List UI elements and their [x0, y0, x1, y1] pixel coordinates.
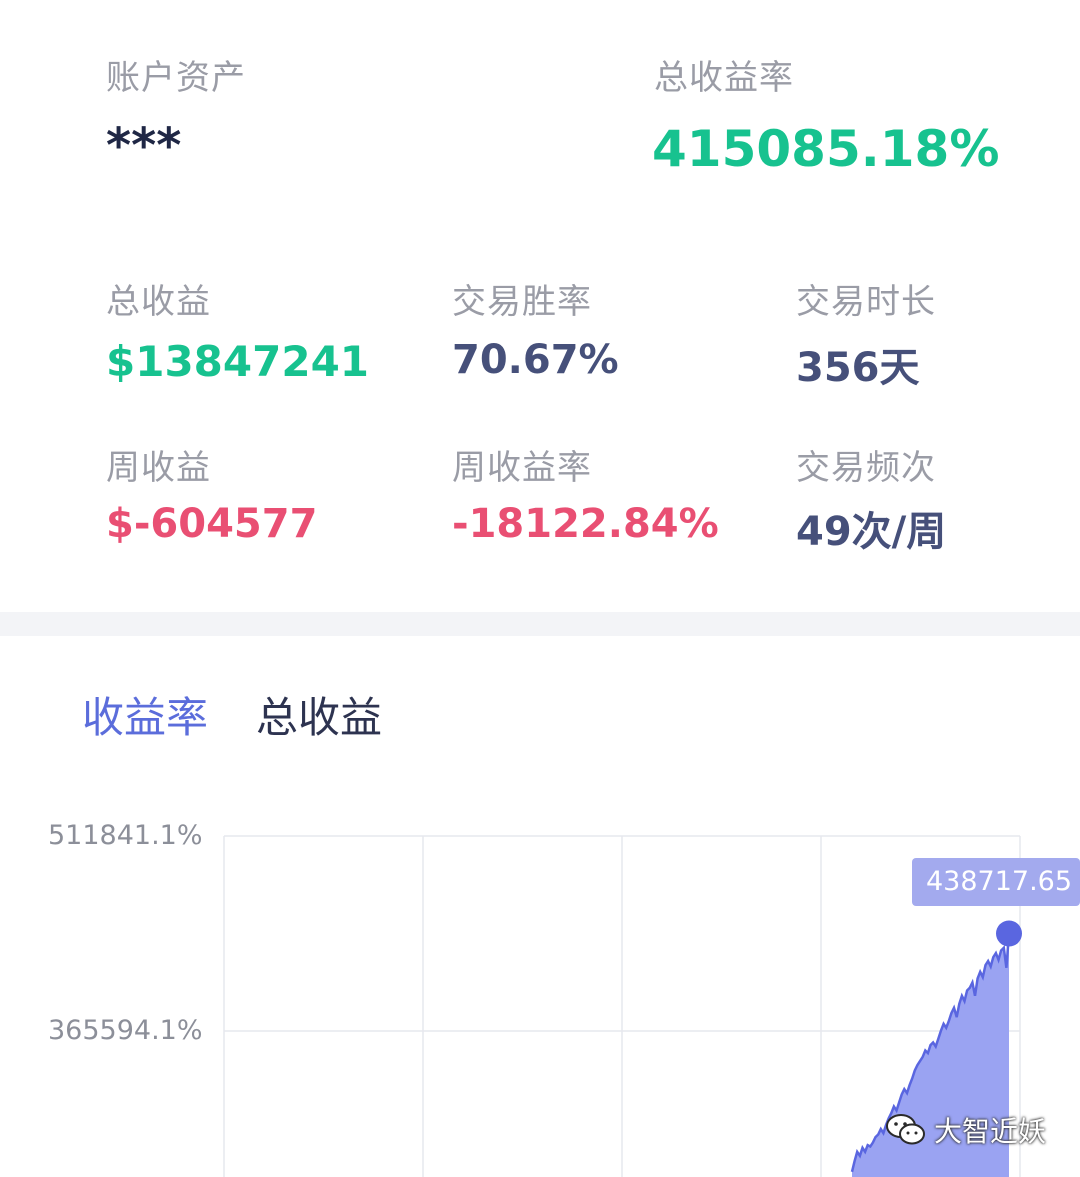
weekly-return-rate-value: -18122.84%	[452, 501, 719, 547]
duration-label: 交易时长	[796, 282, 936, 322]
current-value-point[interactable]	[996, 920, 1022, 947]
win-rate-label: 交易胜率	[452, 282, 592, 322]
frequency-value: 49次/周	[796, 509, 947, 555]
win-rate-value: 70.67%	[452, 337, 619, 383]
total-profit-label: 总收益	[106, 282, 211, 322]
frequency-label: 交易频次	[796, 448, 936, 488]
watermark: 大智近妖	[884, 1110, 1046, 1150]
wechat-icon	[886, 1114, 925, 1145]
weekly-profit-label: 周收益	[106, 448, 211, 488]
section-divider	[0, 612, 1080, 636]
weekly-return-rate-label: 周收益率	[452, 448, 592, 488]
total-return-rate-value: 415085.18%	[652, 120, 1000, 178]
weekly-profit-value: $-604577	[106, 501, 318, 547]
tab-total-profit[interactable]: 总收益	[256, 684, 382, 745]
total-profit-value: $13847241	[106, 337, 370, 386]
account-assets-value: ***	[106, 118, 182, 174]
value-tooltip: 438717.65	[912, 858, 1080, 906]
watermark-text: 大智近妖	[934, 1115, 1047, 1148]
duration-value: 356天	[796, 345, 920, 391]
account-assets-label: 账户资产	[106, 58, 246, 98]
total-return-rate-label: 总收益率	[654, 58, 794, 98]
tab-return-rate[interactable]: 收益率	[82, 684, 208, 745]
